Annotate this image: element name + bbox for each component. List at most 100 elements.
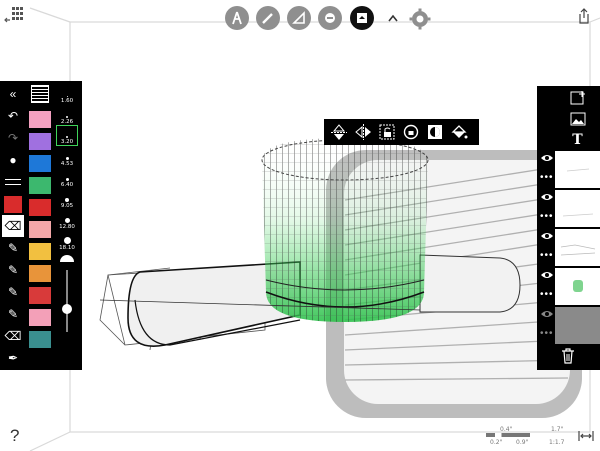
eye-icon[interactable] [540,153,554,163]
trash-icon[interactable] [561,348,575,364]
size-option[interactable]: 4.53 [56,146,78,167]
eraser-tool-button[interactable] [318,6,342,30]
size-option[interactable]: 6.40 [56,167,78,188]
brush-dot-icon[interactable]: ● [2,149,24,171]
flip-horizontal-button[interactable] [352,121,373,143]
share-icon[interactable] [577,8,591,24]
layer-row[interactable]: ••• [537,150,600,189]
color-swatch[interactable] [29,155,51,172]
ruler-tool-button[interactable] [287,6,311,30]
flip-vertical-icon [330,124,347,140]
triangle-ruler-icon [292,11,305,24]
layer-menu-icon[interactable]: ••• [540,290,554,300]
size-label: 4.53 [60,161,74,167]
rotate-lock-button[interactable] [400,121,421,143]
lock-icon [379,124,394,140]
size-option[interactable]: 12.80 [56,209,78,230]
chevron-up-icon[interactable] [387,13,399,23]
eraser-icon[interactable]: ⌫ [2,215,24,237]
invert-button[interactable] [424,121,445,143]
rotate-icon [403,124,418,140]
fill-color-icon[interactable] [2,193,24,215]
size-option-selected[interactable]: 3.20 [56,125,78,146]
layer-tool-button[interactable] [350,6,374,30]
fit-width-icon[interactable] [578,430,594,442]
redo-icon[interactable]: ↷ [2,127,24,149]
fill-bucket-button[interactable] [448,121,469,143]
color-swatch-column [27,83,53,353]
help-button[interactable]: ? [10,426,19,446]
tool-column: « ↶ ↷ ● ⌫ ✎ ✎ ✎ ✎ ⌫ ✒ [2,83,24,369]
color-swatch[interactable] [29,243,51,260]
pen-tool-icon[interactable]: ✎ [2,237,24,259]
swatch-grid-icon[interactable] [31,85,49,103]
undo-icon[interactable]: ↶ [2,105,24,127]
color-swatch[interactable] [29,287,51,304]
color-swatch[interactable] [29,309,51,326]
eye-icon[interactable] [540,192,554,202]
home-layer-icon [357,13,367,23]
size-option[interactable]: 2.26 [56,104,78,125]
layer-thumbnail[interactable] [555,151,600,188]
color-swatch[interactable] [29,199,51,216]
layer-thumbnail[interactable] [555,229,600,266]
size-label: 18.10 [59,245,75,251]
layer-menu-icon[interactable]: ••• [540,251,554,261]
layer-thumbnail[interactable] [555,307,600,344]
size-label: 6.40 [60,182,74,188]
scale-left-label: 0.2" [490,439,503,446]
scale-bar [486,433,530,437]
color-swatch[interactable] [29,331,51,348]
layer-thumbnail[interactable] [555,268,600,305]
color-swatch[interactable] [29,177,51,194]
flip-vertical-button[interactable] [328,121,349,143]
drawing-canvas[interactable] [0,0,600,451]
color-swatch[interactable] [29,111,51,128]
brush-size-column: 1.60 2.26 3.20 4.53 6.40 9.05 12.80 18.1… [56,83,78,332]
layer-row[interactable]: ••• [537,189,600,228]
grid-menu-icon[interactable] [4,6,26,24]
import-image-icon[interactable] [555,109,600,129]
slider-handle[interactable] [62,304,72,314]
layer-row[interactable]: ••• [537,228,600,267]
collapse-panel-icon[interactable]: « [2,83,24,105]
scale-right-label: 0.9" [516,439,529,446]
paint-bucket-icon [450,125,467,139]
text-tool-icon[interactable]: T [555,130,600,150]
color-swatch[interactable] [29,133,51,150]
opacity-slider[interactable] [62,270,72,332]
scale-top-label: 0.4" [500,426,513,433]
layer-thumbnail[interactable] [555,190,600,227]
soft-eraser-icon[interactable]: ⌫ [2,325,24,347]
eye-icon[interactable] [540,309,554,319]
pencil-icon [262,13,273,24]
pencil-tool-icon[interactable]: ✎ [2,303,24,325]
eye-icon[interactable] [540,231,554,241]
flip-horizontal-icon [354,124,371,140]
size-option[interactable]: 9.05 [56,188,78,209]
layer-menu-icon[interactable]: ••• [540,329,554,339]
color-swatch[interactable] [29,265,51,282]
layer-row[interactable]: ••• [537,267,600,306]
marker-tool-icon[interactable]: ✎ [2,281,24,303]
opacity-half-icon[interactable] [60,255,74,262]
color-swatch[interactable] [29,221,51,238]
lock-button[interactable] [376,121,397,143]
pencil-tool-button[interactable] [256,6,280,30]
line-tool-icon[interactable] [2,171,24,193]
gear-icon[interactable] [409,8,431,30]
nib-tool-icon[interactable]: ✒ [2,347,24,369]
add-layer-icon[interactable] [555,88,600,108]
size-option[interactable]: 1.60 [56,83,78,104]
layer-row-selected[interactable]: ••• [537,306,600,345]
transform-toolbar [324,119,479,145]
zoom-ratio-label: 1:1.7 [549,439,565,446]
fineliner-tool-icon[interactable]: ✎ [2,259,24,281]
compass-tool-button[interactable] [225,6,249,30]
size-label: 12.80 [59,224,75,230]
layer-menu-icon[interactable]: ••• [540,212,554,222]
eye-icon[interactable] [540,270,554,280]
size-option[interactable]: 18.10 [56,230,78,251]
layer-menu-icon[interactable]: ••• [540,173,554,183]
size-label: 2.26 [60,119,74,125]
